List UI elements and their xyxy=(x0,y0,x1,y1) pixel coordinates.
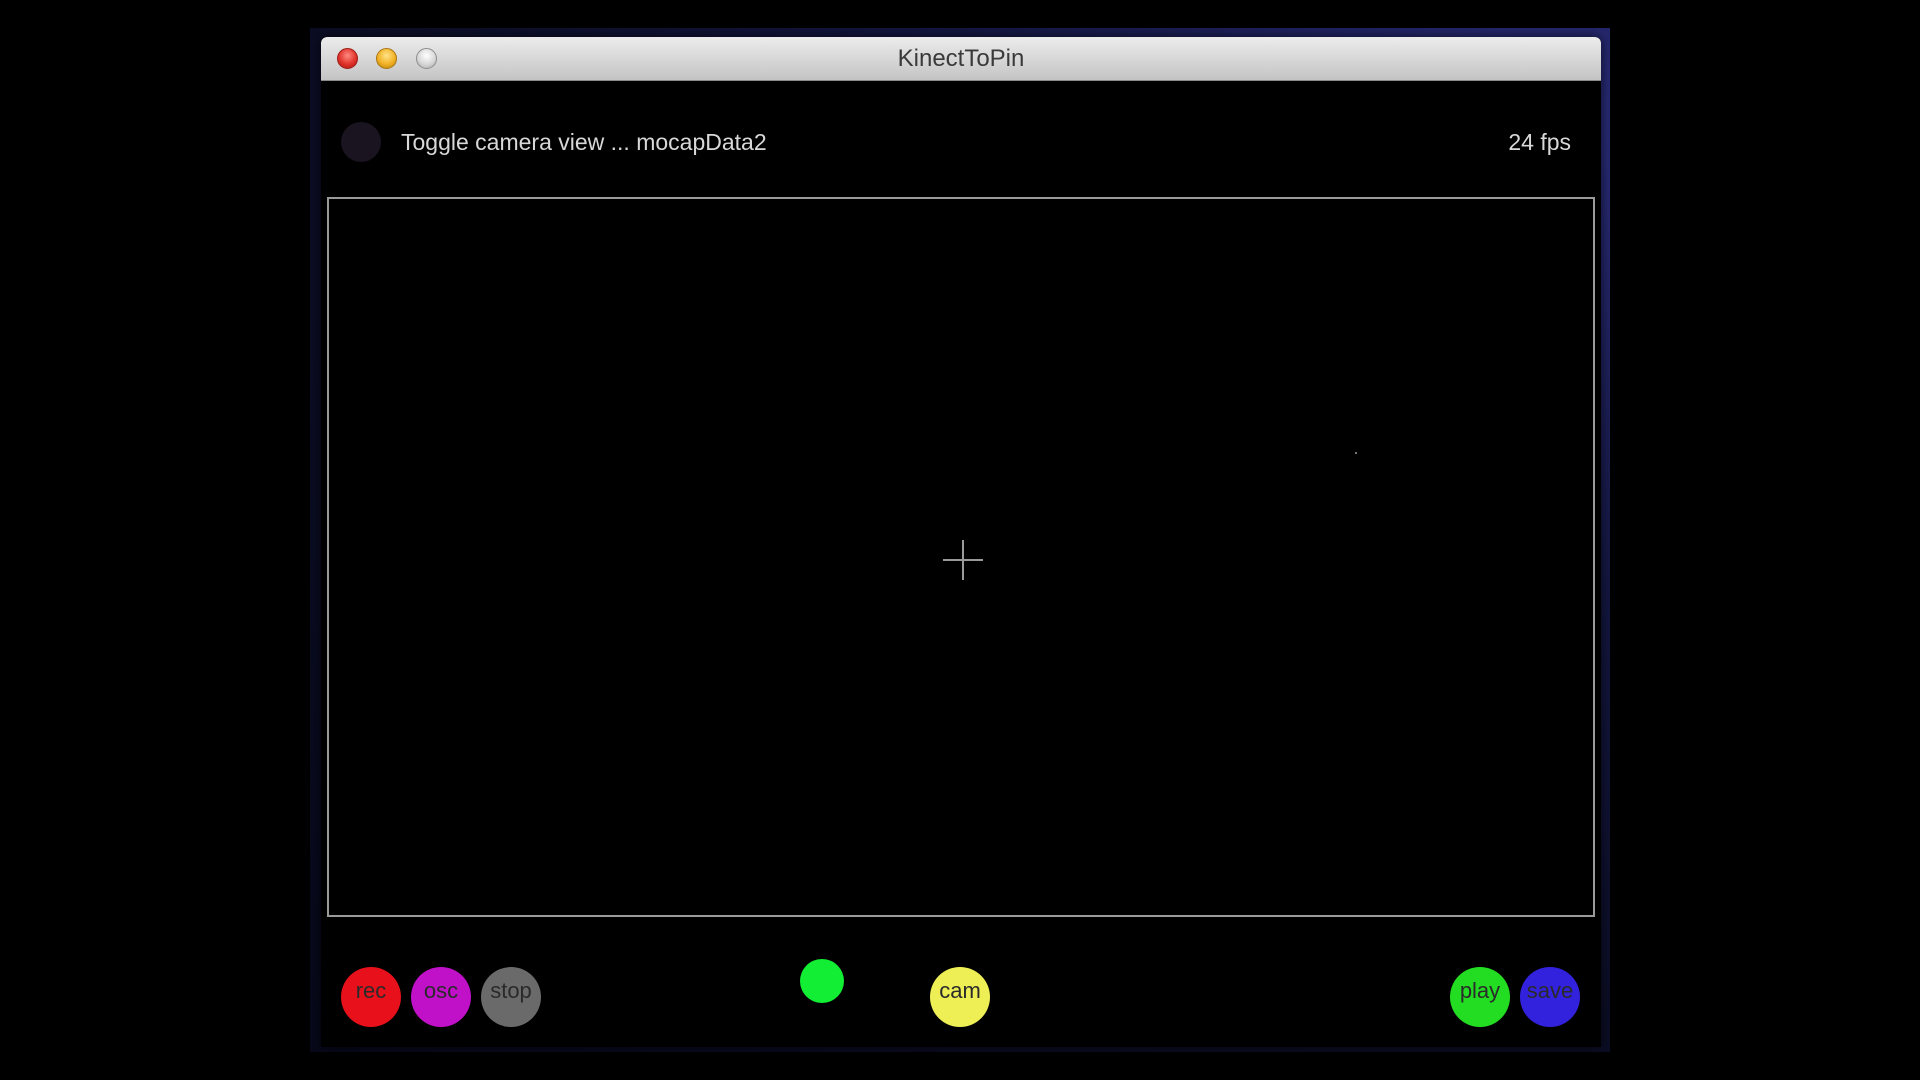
cam-button[interactable]: cam xyxy=(930,967,990,1027)
camera-viewport[interactable] xyxy=(327,197,1595,917)
camera-toggle-dot[interactable] xyxy=(341,122,381,162)
rec-button[interactable]: rec xyxy=(341,967,401,1027)
stop-button[interactable]: stop xyxy=(481,967,541,1027)
play-button[interactable]: play xyxy=(1450,967,1510,1027)
app-window: KinectToPin Toggle camera view ... mocap… xyxy=(321,37,1601,1047)
toggle-camera-label[interactable]: Toggle camera view ... mocapData2 xyxy=(401,125,767,159)
fps-readout: 24 fps xyxy=(1508,129,1571,155)
status-indicator xyxy=(800,959,844,1003)
osc-button[interactable]: osc xyxy=(411,967,471,1027)
title-bar[interactable]: KinectToPin xyxy=(321,37,1601,81)
window-title: KinectToPin xyxy=(897,45,1025,72)
tracking-point xyxy=(1355,452,1357,454)
crosshair-icon-vertical xyxy=(962,540,964,580)
save-button[interactable]: save xyxy=(1520,967,1580,1027)
